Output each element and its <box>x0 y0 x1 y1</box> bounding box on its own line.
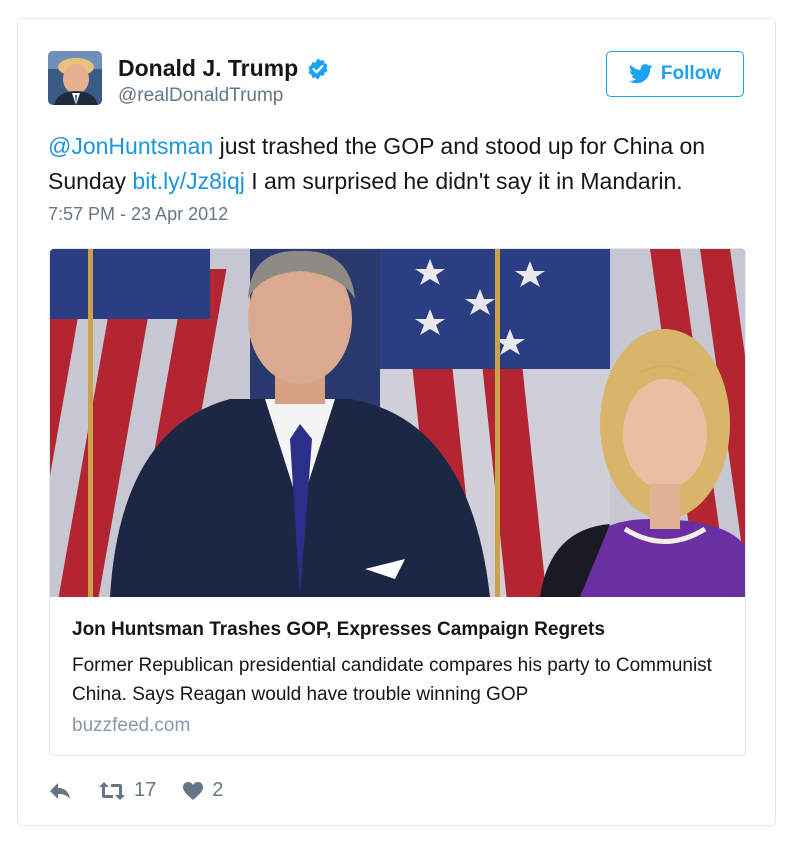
tweet-text: @JonHuntsman just trashed the GOP and st… <box>48 129 758 199</box>
reply-icon <box>50 782 70 799</box>
tweet-text-part2: I am surprised he didn't say it in Manda… <box>244 168 683 194</box>
card-image[interactable] <box>50 249 746 597</box>
link-card[interactable]: Jon Huntsman Trashes GOP, Expresses Camp… <box>49 248 746 756</box>
author-name-row[interactable]: Donald J. Trump <box>118 55 330 82</box>
like-button[interactable]: 2 <box>182 779 223 802</box>
follow-label: Follow <box>660 63 722 84</box>
card-domain: buzzfeed.com <box>72 715 191 736</box>
verified-badge-icon <box>306 57 330 81</box>
author-handle[interactable]: @realDonaldTrump <box>118 85 283 107</box>
reply-button[interactable] <box>48 781 72 801</box>
avatar[interactable] <box>48 51 102 105</box>
card-title[interactable]: Jon Huntsman Trashes GOP, Expresses Camp… <box>72 619 605 641</box>
tweet-actions: 17 2 <box>48 779 249 802</box>
heart-icon <box>183 781 204 800</box>
retweet-icon <box>99 781 125 800</box>
retweet-count: 17 <box>134 779 157 801</box>
bird-icon <box>628 64 653 84</box>
tweet-timestamp[interactable]: 7:57 PM - 23 Apr 2012 <box>48 204 228 225</box>
tweet-container: Donald J. Trump @realDonaldTrump Follow … <box>17 18 776 826</box>
like-count: 2 <box>212 779 224 801</box>
url-link[interactable]: bit.ly/Jz8iqj <box>132 168 244 194</box>
follow-button[interactable]: Follow <box>606 51 744 97</box>
card-description: Former Republican presidential candidate… <box>72 655 712 705</box>
mention-link[interactable]: @JonHuntsman <box>48 133 213 159</box>
author-name[interactable]: Donald J. Trump <box>118 55 298 82</box>
retweet-button[interactable]: 17 <box>98 779 156 802</box>
